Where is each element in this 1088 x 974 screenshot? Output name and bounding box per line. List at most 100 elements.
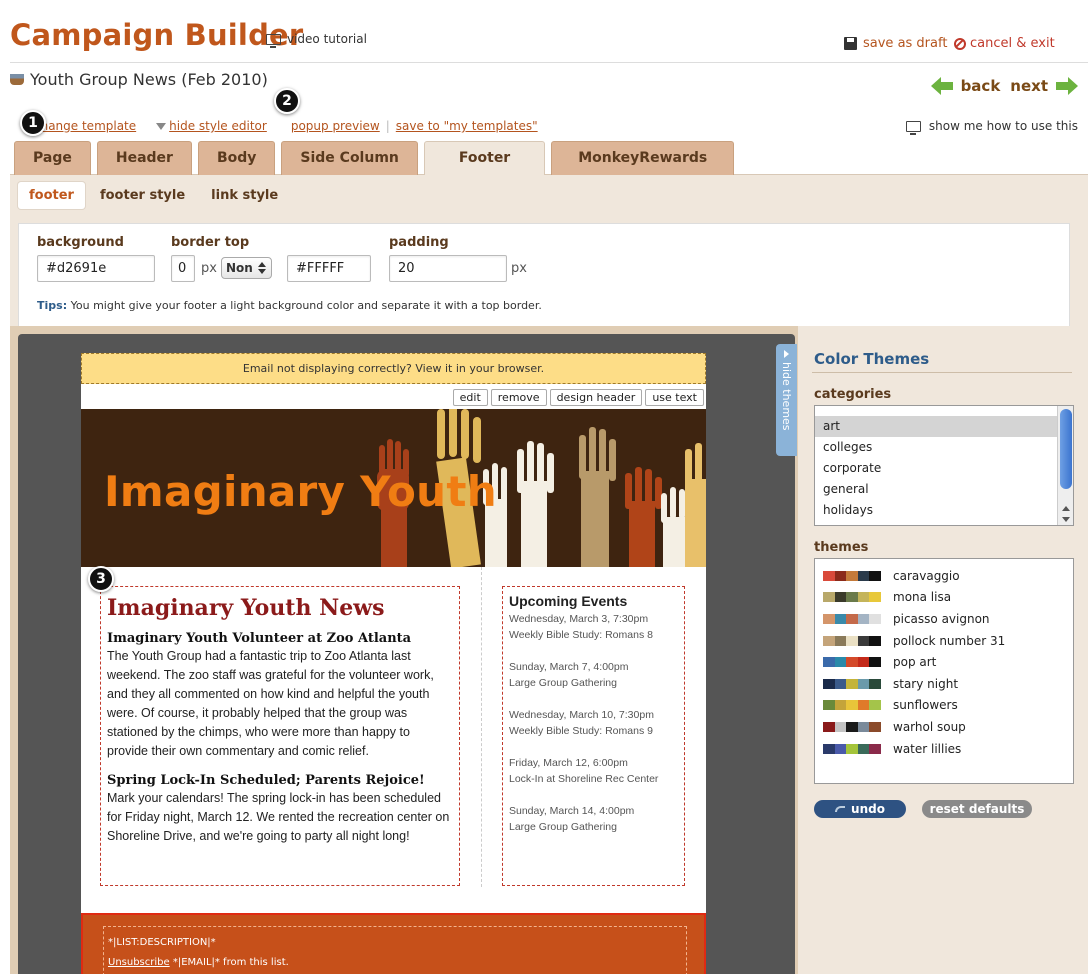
email-footer[interactable]: *|LIST:DESCRIPTION|* Unsubscribe *|EMAIL… [81,913,706,974]
show-me-how-link[interactable]: show me how to use this [905,119,1078,135]
unsubscribe-link[interactable]: Unsubscribe [108,957,170,968]
use-text-button[interactable]: use text [645,389,704,406]
subtab-footer-style[interactable]: footer style [89,182,196,209]
border-top-label: border top [171,235,250,250]
floppy-disk-icon [844,37,857,50]
theme-item[interactable]: pop art [815,651,1073,673]
change-template-link[interactable]: change template [34,119,136,133]
scroll-up-icon[interactable] [1062,506,1070,511]
hide-themes-label: hide themes [780,362,793,431]
undo-button[interactable]: undo [814,800,906,818]
tips-body: You might give your footer a light backg… [67,299,542,312]
tab-header[interactable]: Header [96,141,192,175]
save-to-my-templates-link[interactable]: save to "my templates" [396,119,538,133]
color-swatches [823,570,881,581]
theme-item[interactable]: picasso avignon [815,608,1073,630]
side-column[interactable]: Upcoming Events Wednesday, March 3, 7:30… [502,586,685,886]
theme-item[interactable]: pollock number 31 [815,630,1073,652]
preheader-bar[interactable]: Email not displaying correctly? View it … [81,353,706,384]
color-swatch [857,743,870,754]
categories-list[interactable]: art colleges corporate general holidays … [814,405,1074,526]
header-divider [10,62,1088,63]
categories-scrollbar[interactable] [1057,406,1073,525]
style-fields-box: background #d2691e border top 0 px Non #… [18,223,1070,326]
color-swatch [834,657,847,668]
color-swatch [834,743,847,754]
email-preview: Email not displaying correctly? View it … [81,353,706,974]
category-item-general[interactable]: general [815,479,1073,500]
padding-input[interactable]: 20 [389,255,507,282]
tab-side-column[interactable]: Side Column [281,141,418,175]
design-header-button[interactable]: design header [549,389,643,406]
color-swatch [857,678,870,689]
category-item-seasons[interactable]: seasons [815,521,1073,525]
border-width-input[interactable]: 0 [171,255,195,282]
event-item: Sunday, March 14, 4:00pm Large Group Gath… [509,805,635,833]
theme-name: caravaggio [893,568,960,583]
cancel-exit-button[interactable]: cancel & exit [954,36,1055,51]
color-swatch [846,592,858,603]
color-swatch [834,678,847,689]
popup-preview-link[interactable]: popup preview [291,119,380,133]
remove-header-button[interactable]: remove [490,389,547,406]
theme-name: sunflowers [893,698,958,713]
color-swatch [834,635,847,646]
subtab-footer[interactable]: footer [18,182,85,209]
category-item-holidays[interactable]: holidays [815,500,1073,521]
category-item-corporate[interactable]: corporate [815,458,1073,479]
event-item: Friday, March 12, 6:00pm Lock-In at Shore… [509,757,659,785]
color-swatches [823,613,881,624]
header-image[interactable]: Imaginary Youth [81,409,706,567]
campaign-name: Youth Group News (Feb 2010) [10,70,268,89]
color-swatches [823,657,881,668]
save-as-draft-button[interactable]: save as draft [844,36,947,51]
color-swatch [857,657,870,668]
cancel-exit-label: cancel & exit [970,36,1055,51]
next-button[interactable]: next [1010,77,1078,95]
select-arrows-icon [257,262,267,274]
main-content-column[interactable]: Imaginary Youth News Imaginary Youth Vol… [100,586,460,886]
tab-body[interactable]: Body [197,141,276,175]
reset-defaults-button[interactable]: reset defaults [922,800,1032,818]
color-swatch [857,635,870,646]
color-swatch [846,635,858,646]
background-color-input[interactable]: #d2691e [37,255,155,282]
theme-item[interactable]: sunflowers [815,695,1073,717]
tab-page[interactable]: Page [14,141,91,175]
color-swatches [823,743,881,754]
article-heading: Imaginary Youth Volunteer at Zoo Atlanta [107,631,412,646]
hand-tan-1 [579,427,616,567]
theme-item[interactable]: mona lisa [815,587,1073,609]
categories-label: categories [814,387,892,402]
color-swatch [869,635,881,646]
scrollbar-thumb[interactable] [1060,409,1072,489]
scroll-down-icon[interactable] [1062,517,1070,522]
color-themes-panel: Color Themes categories art colleges cor… [798,326,1088,974]
tab-monkeyrewards[interactable]: MonkeyRewards [551,141,735,175]
section-tabs: Page Header Body Side Column Footer Monk… [14,141,735,175]
theme-item[interactable]: caravaggio [815,565,1073,587]
tab-footer[interactable]: Footer [423,141,546,175]
event-item: Sunday, March 7, 4:00pm Large Group Gathe… [509,661,629,689]
color-swatch [869,657,881,668]
category-item-art[interactable]: art [815,416,1073,437]
video-tutorial-link[interactable]: video tutorial [266,32,367,48]
padding-label: padding [389,235,449,250]
border-color-input[interactable]: #FFFFF [287,255,371,282]
color-swatches [823,635,881,646]
wizard-nav: back next [930,77,1078,95]
border-style-select[interactable]: Non [221,257,272,279]
back-button[interactable]: back [930,77,1000,95]
subtab-link-style[interactable]: link style [200,182,289,209]
hide-style-editor-link[interactable]: hide style editor [156,119,267,133]
color-swatches [823,678,881,689]
color-swatch [846,743,858,754]
article-body: Mark your calendars! The spring lock-in … [107,791,450,843]
color-swatch [857,613,870,624]
hide-themes-toggle[interactable]: hide themes [776,344,797,456]
theme-item[interactable]: warhol soup [815,716,1073,738]
theme-item[interactable]: water lillies [815,738,1073,760]
theme-item[interactable]: stary night [815,673,1073,695]
edit-header-button[interactable]: edit [452,389,488,406]
category-item-colleges[interactable]: colleges [815,437,1073,458]
